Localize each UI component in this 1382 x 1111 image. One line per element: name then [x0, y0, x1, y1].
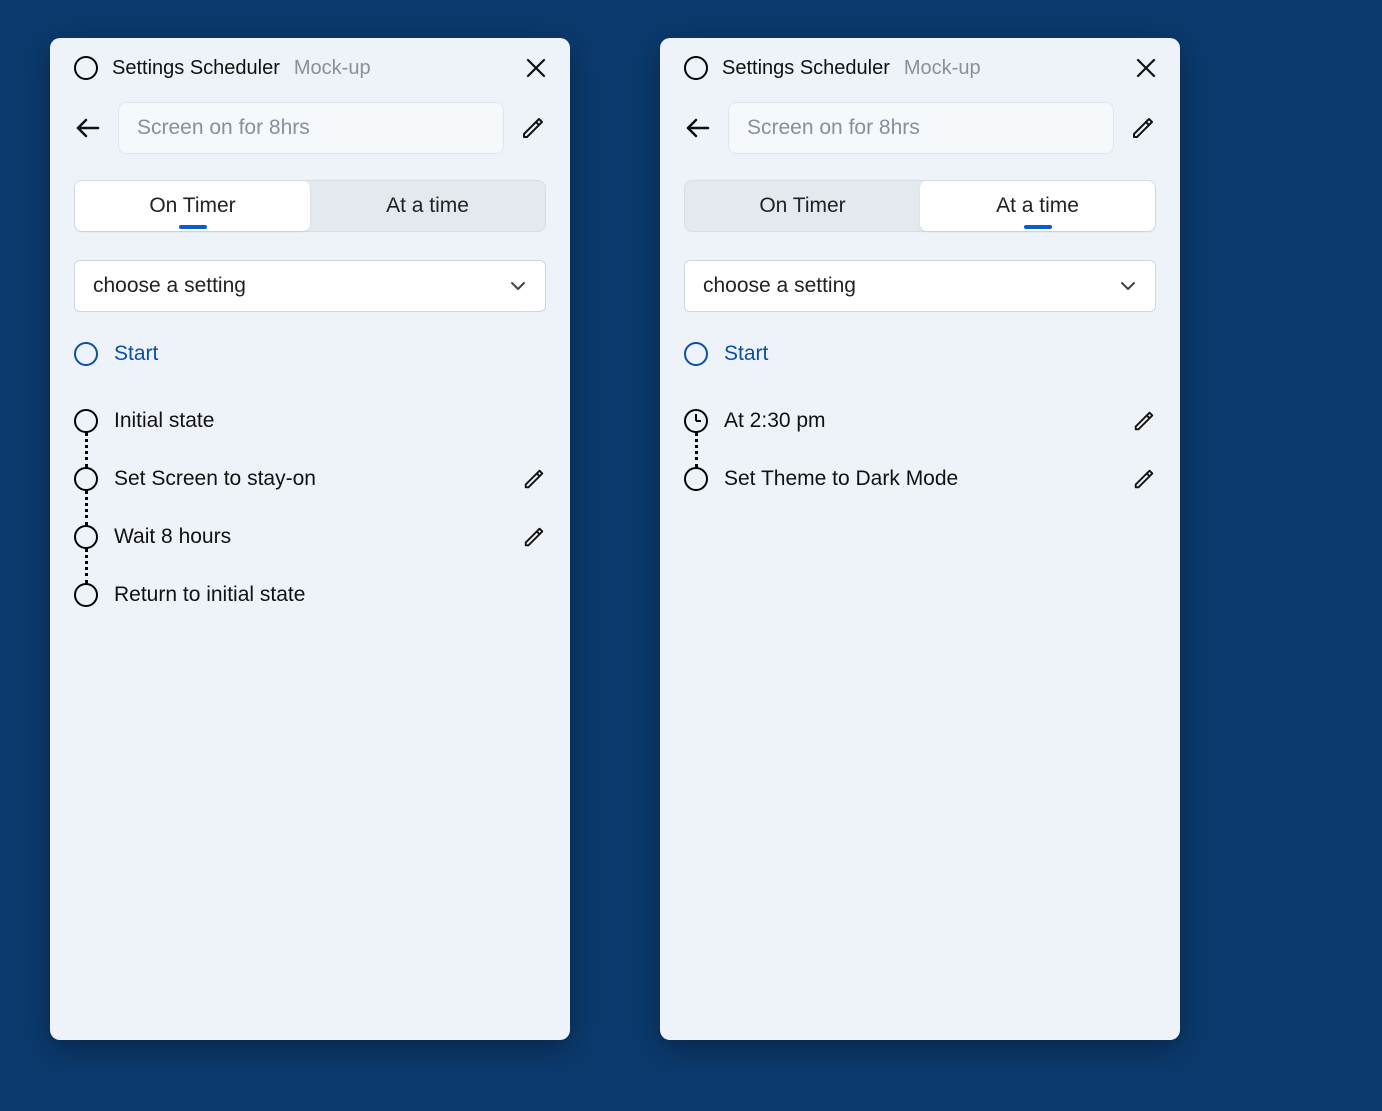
select-placeholder: choose a setting [93, 274, 246, 298]
step-node-icon [74, 583, 98, 607]
edit-name-icon[interactable] [520, 115, 546, 141]
step-item: Initial state [74, 392, 546, 450]
step-node-icon [74, 467, 98, 491]
app-subtitle: Mock-up [904, 57, 981, 80]
tab-label: On Timer [149, 194, 235, 218]
step-label: Set Theme to Dark Mode [724, 467, 1116, 491]
chevron-down-icon [1119, 277, 1137, 295]
step-node-icon [74, 525, 98, 549]
edit-step-icon[interactable] [1132, 467, 1156, 491]
step-label: At 2:30 pm [724, 409, 1116, 433]
tab-on-timer[interactable]: On Timer [75, 181, 310, 231]
step-label: Return to initial state [114, 583, 546, 607]
name-row [50, 90, 570, 154]
tab-at-a-time[interactable]: At a time [310, 181, 545, 231]
window-at-a-time: Settings Scheduler Mock-up On Timer At a… [660, 38, 1180, 1040]
close-icon[interactable] [1136, 58, 1156, 78]
name-row [660, 90, 1180, 154]
start-icon [74, 342, 98, 366]
tab-label: On Timer [759, 194, 845, 218]
step-label: Wait 8 hours [114, 525, 506, 549]
step-node-icon [74, 409, 98, 433]
step-item: At 2:30 pm [684, 392, 1156, 450]
step-label: Set Screen to stay-on [114, 467, 506, 491]
setting-select[interactable]: choose a setting [684, 260, 1156, 312]
step-node-icon [684, 467, 708, 491]
mode-tabs: On Timer At a time [684, 180, 1156, 232]
schedule-name-input[interactable] [118, 102, 504, 154]
tab-at-a-time[interactable]: At a time [920, 181, 1155, 231]
start-button[interactable]: Start [74, 342, 546, 366]
back-icon[interactable] [74, 114, 102, 142]
steps-list: Initial state Set Screen to stay-on Wait… [74, 392, 546, 624]
edit-name-icon[interactable] [1130, 115, 1156, 141]
app-icon [74, 56, 98, 80]
tab-label: At a time [996, 194, 1079, 218]
app-title: Settings Scheduler [112, 57, 280, 80]
titlebar: Settings Scheduler Mock-up [50, 38, 570, 90]
titlebar: Settings Scheduler Mock-up [660, 38, 1180, 90]
window-on-timer: Settings Scheduler Mock-up On Timer At a… [50, 38, 570, 1040]
edit-step-icon[interactable] [522, 467, 546, 491]
select-placeholder: choose a setting [703, 274, 856, 298]
back-icon[interactable] [684, 114, 712, 142]
start-icon [684, 342, 708, 366]
app-subtitle: Mock-up [294, 57, 371, 80]
close-icon[interactable] [526, 58, 546, 78]
mode-tabs: On Timer At a time [74, 180, 546, 232]
edit-step-icon[interactable] [522, 525, 546, 549]
step-item: Set Theme to Dark Mode [684, 450, 1156, 508]
edit-step-icon[interactable] [1132, 409, 1156, 433]
tab-label: At a time [386, 194, 469, 218]
clock-icon [684, 409, 708, 433]
step-item: Wait 8 hours [74, 508, 546, 566]
step-label: Initial state [114, 409, 546, 433]
start-label: Start [114, 342, 158, 366]
step-item: Return to initial state [74, 566, 546, 624]
tab-on-timer[interactable]: On Timer [685, 181, 920, 231]
app-icon [684, 56, 708, 80]
start-label: Start [724, 342, 768, 366]
steps-list: At 2:30 pm Set Theme to Dark Mode [684, 392, 1156, 508]
start-button[interactable]: Start [684, 342, 1156, 366]
schedule-name-input[interactable] [728, 102, 1114, 154]
step-item: Set Screen to stay-on [74, 450, 546, 508]
chevron-down-icon [509, 277, 527, 295]
setting-select[interactable]: choose a setting [74, 260, 546, 312]
app-title: Settings Scheduler [722, 57, 890, 80]
